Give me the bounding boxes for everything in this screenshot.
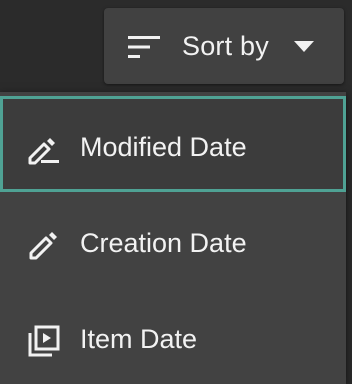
video-library-icon [28, 325, 60, 357]
sort-options-menu: Modified Date Creation Date Item Date [0, 92, 346, 384]
sort-option-creation-date[interactable]: Creation Date [0, 192, 346, 288]
sort-option-label: Creation Date [80, 228, 247, 258]
sort-option-item-date[interactable]: Item Date [0, 288, 346, 384]
pencil-icon [29, 232, 57, 260]
sort-lines-icon [128, 36, 160, 58]
sort-option-label: Modified Date [80, 132, 247, 162]
sort-dropdown-stage: Sort by Modified Date Creation Date Item… [0, 0, 352, 384]
sort-by-label: Sort by [182, 31, 269, 61]
sort-option-modified-date[interactable]: Modified Date [0, 96, 346, 192]
edit-note-icon [28, 138, 59, 165]
sort-option-label: Item Date [80, 324, 198, 354]
sort-by-button[interactable]: Sort by [104, 8, 344, 84]
caret-down-icon [294, 41, 314, 52]
